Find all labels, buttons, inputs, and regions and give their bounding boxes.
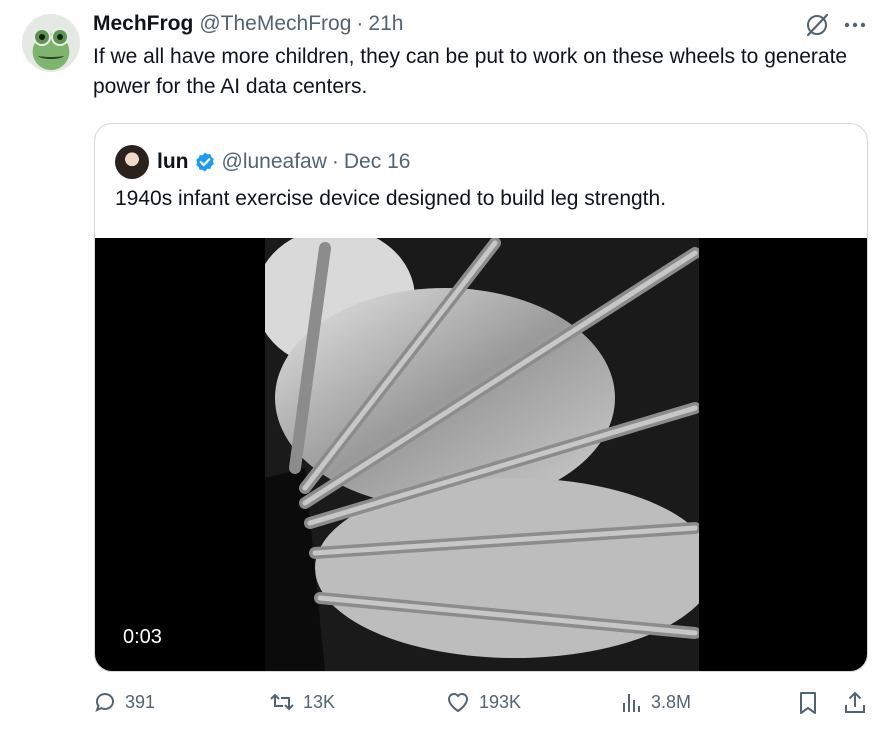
retweet-icon — [270, 693, 294, 711]
author-handle[interactable]: @TheMechFrog — [199, 12, 351, 36]
frog-left-eye — [33, 28, 51, 46]
reply-count: 391 — [125, 691, 156, 712]
quoted-author-name[interactable]: lun — [157, 150, 189, 174]
author-name[interactable]: MechFrog — [93, 12, 193, 36]
bookmark-button[interactable] — [797, 690, 819, 716]
video-timestamp: 0:03 — [115, 624, 170, 651]
video-frame — [265, 238, 699, 671]
tweet-time[interactable]: 21h — [368, 12, 403, 36]
quoted-author-handle[interactable]: @luneafaw — [222, 150, 327, 174]
quoted-tweet-text: 1940s infant exercise device designed to… — [115, 187, 667, 210]
retweet-count: 13K — [303, 691, 336, 712]
views-chart-icon — [623, 694, 640, 712]
frog-right-eye — [51, 28, 69, 46]
more-icon[interactable] — [844, 21, 866, 29]
quoted-author-avatar[interactable] — [115, 145, 149, 179]
quoted-tweet[interactable]: lun @luneafaw · Dec 16 1940s infant exer… — [94, 123, 868, 672]
author-avatar[interactable] — [22, 14, 80, 72]
tweet-text: If we all have more children, they can b… — [93, 45, 848, 98]
retweet-button[interactable]: 13K — [269, 690, 335, 714]
heart-icon — [447, 693, 469, 713]
separator-dot: · — [356, 12, 364, 35]
quoted-tweet-header: lun @luneafaw · Dec 16 — [115, 145, 410, 179]
quoted-tweet-date[interactable]: Dec 16 — [344, 150, 411, 174]
tweet-top-actions — [804, 12, 866, 38]
share-button[interactable] — [843, 690, 867, 716]
tweet-header: MechFrog @TheMechFrog · 21h — [93, 10, 403, 38]
separator-dot: · — [331, 150, 339, 173]
verified-badge-icon — [195, 152, 214, 172]
like-count: 193K — [479, 691, 522, 712]
video-player[interactable]: 0:03 — [95, 238, 867, 671]
views-count: 3.8M — [651, 691, 692, 712]
grok-icon[interactable] — [804, 12, 830, 38]
share-icon — [845, 691, 865, 713]
like-button[interactable]: 193K — [445, 690, 521, 714]
frog-mouth — [38, 52, 64, 59]
reply-button[interactable]: 391 — [93, 690, 155, 714]
tweet-action-bar: 391 13K 193K 3.8M — [93, 690, 873, 722]
reply-icon — [95, 693, 114, 712]
bookmark-icon — [800, 692, 816, 714]
views-button[interactable]: 3.8M — [621, 690, 691, 714]
